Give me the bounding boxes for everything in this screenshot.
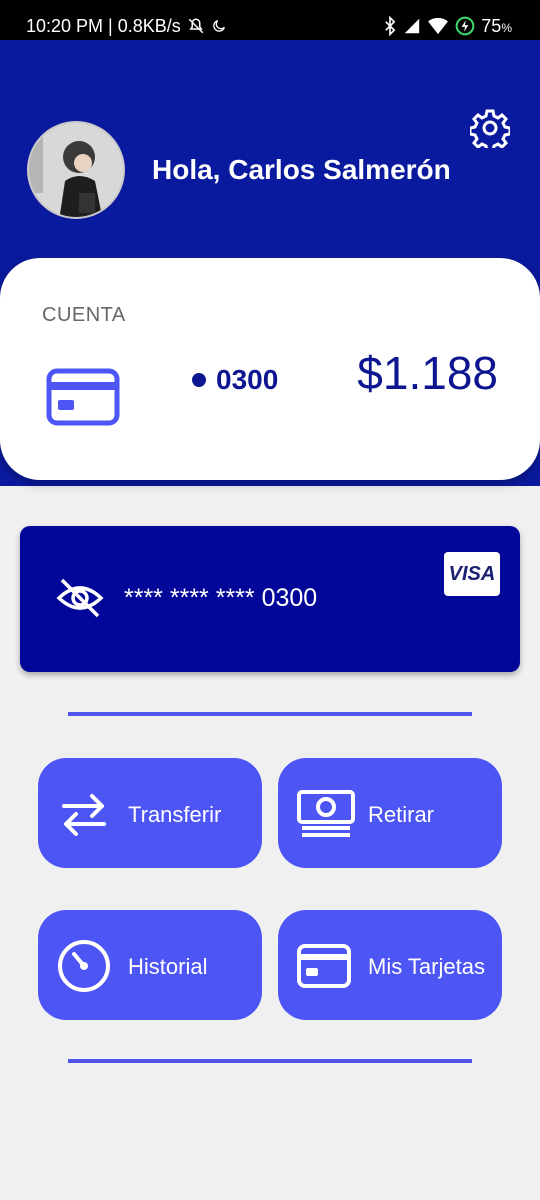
credit-card-icon: [296, 938, 352, 994]
greeting: Hola, Carlos Salmerón: [152, 154, 451, 185]
account-number: 0300: [192, 364, 278, 396]
withdraw-label: Retirar: [368, 802, 435, 827]
eye-off-icon[interactable]: [56, 576, 104, 620]
account-label: CUENTA: [42, 304, 126, 326]
divider-bottom: [68, 1059, 472, 1063]
avatar[interactable]: [27, 121, 125, 219]
dot-icon: [192, 373, 206, 387]
account-balance: $1.188: [357, 347, 498, 399]
settings-gear-icon[interactable]: [468, 108, 512, 153]
history-label: Historial: [128, 954, 208, 979]
bluetooth-icon: [383, 16, 397, 36]
account-card[interactable]: CUENTA 0300 $1.188: [0, 258, 540, 480]
night-mode-icon: [211, 18, 227, 34]
battery-unit: %: [501, 20, 512, 35]
battery-level: 75%: [481, 16, 512, 37]
transfer-arrows-icon: [56, 786, 112, 842]
cash-icon: [296, 786, 355, 842]
transfer-button[interactable]: Transferir: [38, 758, 262, 868]
visa-logo: VISA: [444, 552, 500, 596]
status-right: 75%: [383, 16, 512, 37]
bank-card[interactable]: **** **** **** 0300 VISA: [20, 526, 520, 672]
history-button[interactable]: Historial: [38, 910, 262, 1020]
battery-value: 75: [481, 15, 502, 36]
mute-notifications-icon: [187, 17, 205, 35]
battery-charging-icon: [455, 16, 475, 36]
status-time: 10:20 PM | 0.8KB/s: [26, 15, 181, 36]
wifi-icon: [427, 17, 449, 35]
timer-icon: [56, 938, 112, 994]
my-cards-label: Mis Tarjetas: [368, 954, 485, 979]
credit-card-icon: [46, 368, 120, 426]
status-left: 10:20 PM | 0.8KB/s: [26, 16, 227, 37]
account-number-value: 0300: [216, 364, 279, 395]
divider-top: [68, 712, 472, 716]
signal-icon: [403, 17, 421, 35]
withdraw-button[interactable]: Retirar: [278, 758, 502, 868]
transfer-label: Transferir: [128, 802, 222, 827]
masked-card-number: **** **** **** 0300: [124, 584, 318, 612]
my-cards-button[interactable]: Mis Tarjetas: [278, 910, 502, 1020]
